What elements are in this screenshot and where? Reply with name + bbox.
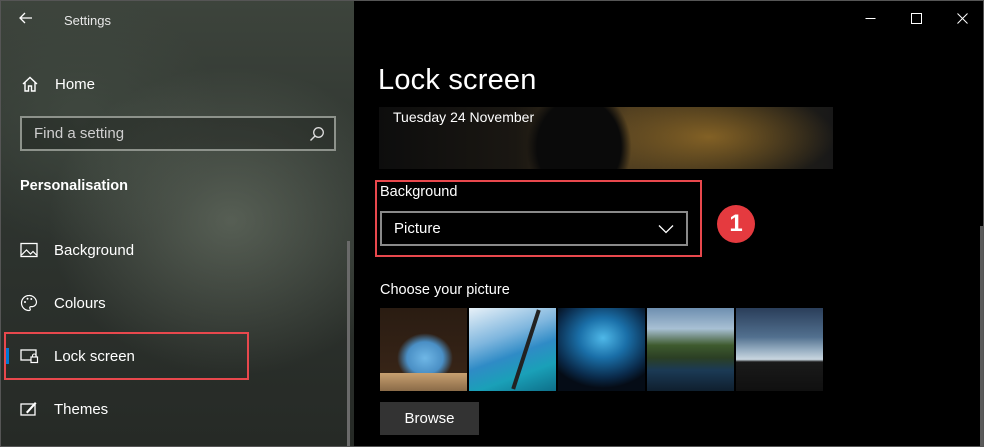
home-icon [22,76,38,92]
settings-window: Settings Home Personalisation [0,0,984,447]
picture-thumbnail[interactable] [380,308,467,391]
palette-icon [19,293,39,313]
search-icon[interactable] [308,125,326,143]
lock-screen-highlight [4,332,249,380]
sidebar: Settings Home Personalisation [1,1,354,446]
picture-thumbnail[interactable] [647,308,734,391]
background-highlight [375,180,702,257]
back-arrow-icon [19,12,32,24]
browse-button[interactable]: Browse [380,402,479,435]
sidebar-scrollbar[interactable] [347,241,350,446]
choose-picture-label: Choose your picture [380,282,510,298]
picture-thumbnails [380,308,824,391]
sidebar-item-themes[interactable]: Themes [1,389,347,429]
sidebar-item-label: Background [54,241,135,259]
picture-thumbnail[interactable] [736,308,823,391]
maximize-icon [910,12,922,24]
sidebar-item-label: Themes [54,400,109,418]
section-title: Personalisation [20,178,128,194]
picture-thumbnail[interactable] [558,308,645,391]
sidebar-item-background[interactable]: Background [1,230,347,270]
preview-date: Tuesday 24 November [393,109,535,125]
sidebar-item-label: Colours [54,294,106,312]
maximize-button[interactable] [893,1,939,35]
content-scrollbar[interactable] [980,226,983,446]
search-box[interactable] [20,116,336,151]
sidebar-item-colours[interactable]: Colours [1,283,347,323]
minimize-button[interactable] [847,1,893,35]
minimize-icon [865,17,875,19]
close-icon [956,12,968,24]
home-label: Home [55,75,96,93]
close-button[interactable] [939,1,983,35]
window-controls [847,1,983,35]
back-button[interactable] [14,8,38,28]
search-input[interactable] [22,125,308,142]
page-title: Lock screen [378,64,537,96]
lock-screen-preview: Tuesday 24 November [379,107,833,169]
home-nav-item[interactable]: Home [21,72,95,96]
picture-thumbnail[interactable] [469,308,556,391]
themes-icon [19,399,39,419]
picture-icon [19,240,39,260]
title-bar: Settings [1,1,354,41]
step-badge: 1 [717,205,755,243]
app-title: Settings [64,13,111,28]
preview-image [519,107,639,169]
